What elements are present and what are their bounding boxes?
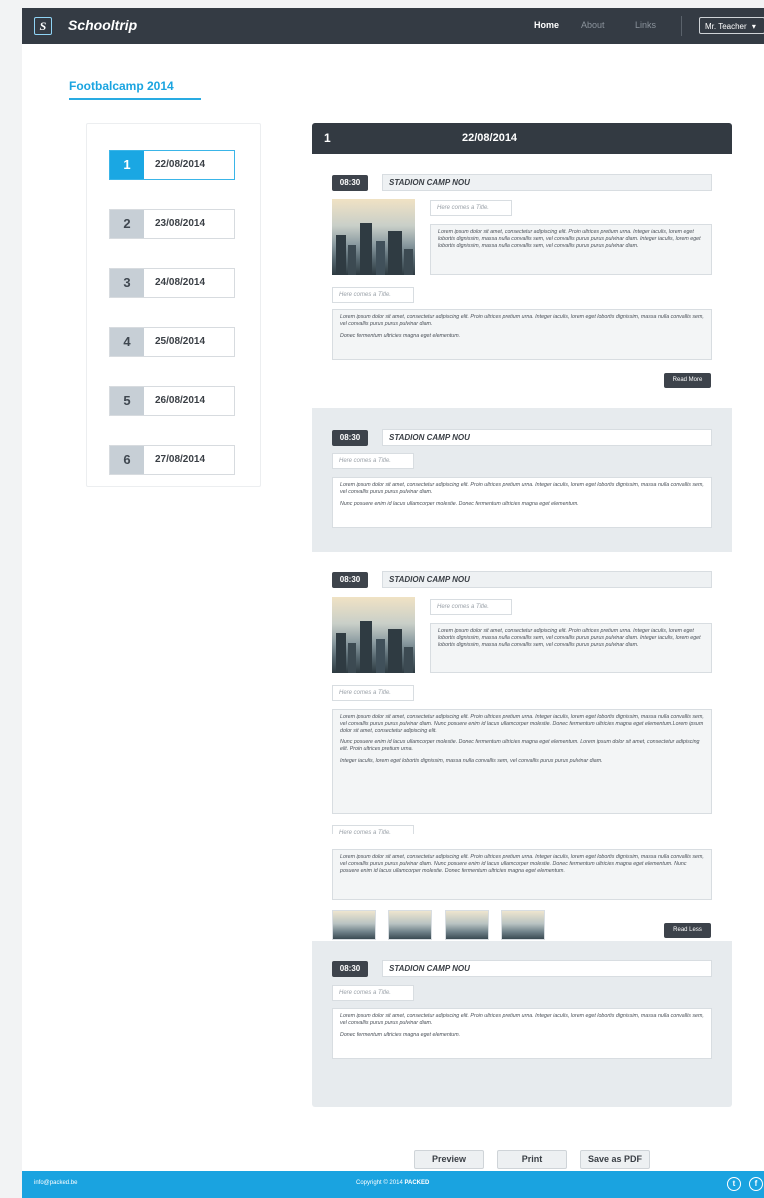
- day-date: 24/08/2014: [155, 277, 206, 288]
- day-item-6[interactable]: 6 27/08/2014: [109, 445, 235, 475]
- gallery-thumbnail[interactable]: [445, 910, 489, 940]
- chevron-down-icon: ▾: [751, 22, 756, 31]
- day-number: 1: [110, 151, 144, 179]
- time-badge: 08:30: [332, 961, 368, 977]
- photo-text-box[interactable]: Lorem ipsum dolor sit amet, consectetur …: [430, 224, 712, 275]
- footer-email[interactable]: info@packed.be: [34, 1180, 77, 1186]
- read-more-button[interactable]: Read More: [664, 373, 711, 388]
- title-input[interactable]: Here comes a Title.: [332, 685, 414, 701]
- title-input[interactable]: Here comes a Title.: [332, 287, 414, 303]
- time-badge: 08:30: [332, 175, 368, 191]
- page: S Schooltrip Home About Links Mr. Teache…: [22, 8, 764, 1198]
- day-date: 23/08/2014: [155, 218, 206, 229]
- save-pdf-button[interactable]: Save as PDF: [580, 1150, 650, 1169]
- day-item-1[interactable]: 1 22/08/2014: [109, 150, 235, 180]
- event-item: 08:30 STADION CAMP NOU Here comes a Titl…: [312, 408, 732, 552]
- selected-day-date: 22/08/2014: [462, 132, 518, 144]
- day-list: 1 22/08/2014 2 23/08/2014 3 24/08/2014 4…: [86, 123, 261, 487]
- day-item-5[interactable]: 5 26/08/2014: [109, 386, 235, 416]
- read-less-button[interactable]: Read Less: [664, 923, 711, 938]
- body-text-box[interactable]: Lorem ipsum dolor sit amet, consectetur …: [332, 477, 712, 528]
- footer-copyright: Copyright © 2014 PACKED: [356, 1180, 430, 1186]
- event-photo[interactable]: [332, 199, 415, 275]
- body-text-box-2[interactable]: Lorem ipsum dolor sit amet, consectetur …: [332, 849, 712, 900]
- location-field[interactable]: STADION CAMP NOU: [382, 174, 712, 191]
- location-field[interactable]: STADION CAMP NOU: [382, 960, 712, 977]
- day-number: 4: [110, 328, 144, 356]
- day-date: 26/08/2014: [155, 395, 206, 406]
- top-navbar: S Schooltrip Home About Links Mr. Teache…: [22, 8, 764, 44]
- photo-title-input[interactable]: Here comes a Title.: [430, 200, 512, 216]
- time-badge: 08:30: [332, 430, 368, 446]
- gallery-thumbnail[interactable]: [501, 910, 545, 940]
- event-item: 08:30 STADION CAMP NOU Here comes a Titl…: [312, 941, 732, 1107]
- logo-icon[interactable]: S: [34, 17, 52, 35]
- nav-links[interactable]: Links: [635, 20, 656, 30]
- day-number: 3: [110, 269, 144, 297]
- time-badge: 08:30: [332, 572, 368, 588]
- day-item-3[interactable]: 3 24/08/2014: [109, 268, 235, 298]
- nav-divider: [681, 16, 682, 36]
- page-title: Footbalcamp 2014: [69, 79, 174, 93]
- day-date: 22/08/2014: [155, 159, 206, 170]
- body-text-box[interactable]: Lorem ipsum dolor sit amet, consectetur …: [332, 309, 712, 360]
- body-text-box[interactable]: Lorem ipsum dolor sit amet, consectetur …: [332, 709, 712, 814]
- body-text-box[interactable]: Lorem ipsum dolor sit amet, consectetur …: [332, 1008, 712, 1059]
- event-item: 08:30 STADION CAMP NOU Here comes a Titl…: [312, 552, 732, 841]
- user-name: Mr. Teacher: [705, 22, 747, 31]
- title-underline: [69, 98, 201, 100]
- nav-about[interactable]: About: [581, 20, 605, 30]
- location-field[interactable]: STADION CAMP NOU: [382, 429, 712, 446]
- day-number: 6: [110, 446, 144, 474]
- day-number: 5: [110, 387, 144, 415]
- user-menu-button[interactable]: Mr. Teacher ▾: [699, 17, 764, 34]
- day-detail-card: 1 22/08/2014 08:30 STADION CAMP NOU Here…: [312, 123, 732, 1107]
- facebook-icon[interactable]: f: [749, 1177, 763, 1191]
- event-item: 08:30 STADION CAMP NOU Here comes a Titl…: [312, 154, 732, 408]
- nav-home[interactable]: Home: [534, 20, 559, 30]
- event-item-continued: Lorem ipsum dolor sit amet, consectetur …: [312, 834, 732, 941]
- location-field[interactable]: STADION CAMP NOU: [382, 571, 712, 588]
- title-input[interactable]: Here comes a Title.: [332, 985, 414, 1001]
- preview-button[interactable]: Preview: [414, 1150, 484, 1169]
- photo-text-box[interactable]: Lorem ipsum dolor sit amet, consectetur …: [430, 623, 712, 673]
- gallery-thumbnail[interactable]: [332, 910, 376, 940]
- day-date: 25/08/2014: [155, 336, 206, 347]
- day-date: 27/08/2014: [155, 454, 206, 465]
- title-input[interactable]: Here comes a Title.: [332, 453, 414, 469]
- day-item-4[interactable]: 4 25/08/2014: [109, 327, 235, 357]
- day-number: 2: [110, 210, 144, 238]
- brand-name[interactable]: Schooltrip: [68, 17, 137, 33]
- day-item-2[interactable]: 2 23/08/2014: [109, 209, 235, 239]
- photo-title-input[interactable]: Here comes a Title.: [430, 599, 512, 615]
- footer: info@packed.be Copyright © 2014 PACKED t…: [22, 1171, 764, 1198]
- print-button[interactable]: Print: [497, 1150, 567, 1169]
- gallery-thumbnail[interactable]: [388, 910, 432, 940]
- event-photo[interactable]: [332, 597, 415, 673]
- selected-day-number: 1: [324, 131, 331, 145]
- twitter-icon[interactable]: t: [727, 1177, 741, 1191]
- day-card-header: 1 22/08/2014: [312, 123, 732, 154]
